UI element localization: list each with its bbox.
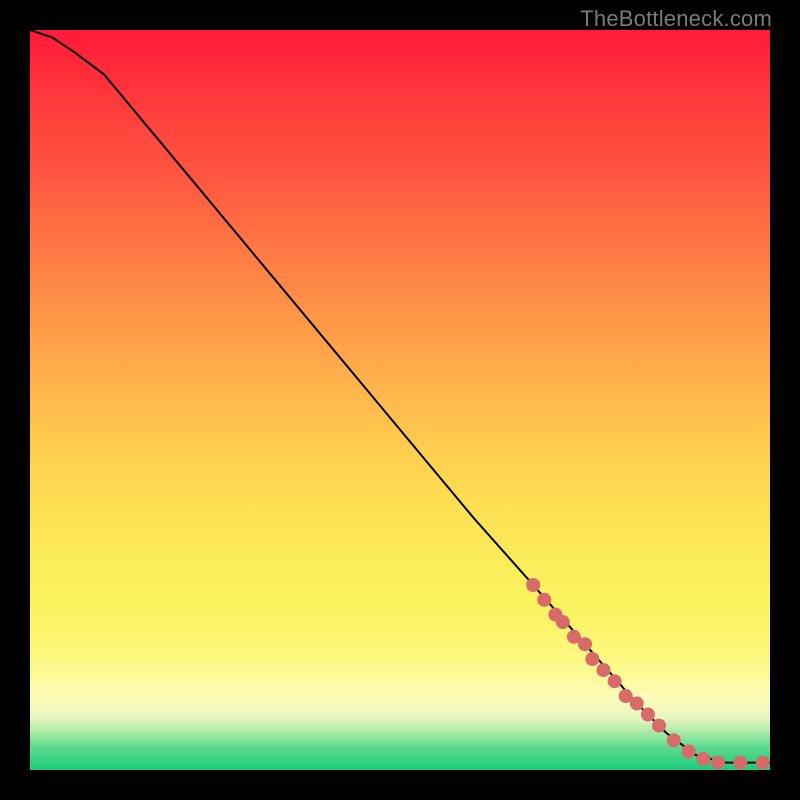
highlight-dot (578, 637, 592, 651)
curve-svg (30, 30, 770, 770)
highlight-dot (641, 708, 655, 722)
highlight-dot (556, 615, 570, 629)
highlight-dot (608, 674, 622, 688)
plot-area (30, 30, 770, 770)
bottleneck-curve (30, 30, 770, 763)
highlighted-points (526, 578, 769, 770)
highlight-dot (667, 733, 681, 747)
highlight-dot (682, 745, 696, 759)
highlight-dot (526, 578, 540, 592)
highlight-dot (585, 652, 599, 666)
highlight-dot (756, 756, 770, 770)
highlight-dot (652, 719, 666, 733)
highlight-dot (537, 593, 551, 607)
highlight-dot (597, 663, 611, 677)
highlight-dot (548, 608, 562, 622)
highlight-dot (733, 756, 747, 770)
watermark-text: TheBottleneck.com (580, 6, 772, 32)
highlight-dot (630, 696, 644, 710)
highlight-dot (567, 630, 581, 644)
chart-frame: TheBottleneck.com (0, 0, 800, 800)
highlight-dot (711, 756, 725, 770)
highlight-dot (696, 752, 710, 766)
highlight-dot (619, 689, 633, 703)
